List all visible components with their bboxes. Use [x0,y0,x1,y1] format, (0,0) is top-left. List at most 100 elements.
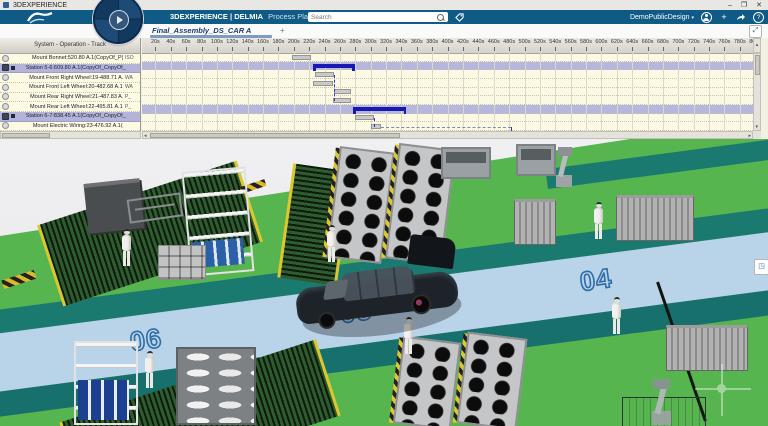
timeline-horizontal-scrollbar[interactable]: ◂ ▸ [142,131,753,139]
car-body-3d[interactable] [291,237,474,357]
3ds-logo[interactable] [26,11,54,24]
timeline-tick-mark [278,47,279,51]
dependency-link [381,127,511,128]
tab-final-assembly[interactable]: Final_Assembly_DS_CAR A [152,26,251,35]
expand-panel-icon[interactable]: ⤢ [749,25,762,38]
gantt-task-bar[interactable] [333,98,351,103]
search-icon[interactable] [437,14,444,21]
timeline-tick-mark [694,47,695,51]
play-icon [117,16,123,24]
grid-line [694,53,695,131]
close-button[interactable]: ✕ [756,1,762,10]
scroll-down-arrow[interactable]: ▾ [756,124,759,130]
compass-play-button[interactable] [109,10,129,30]
station-icon [2,64,9,71]
grid-line [202,53,203,131]
gantt-tree-row[interactable]: Mount Bonnet:520.80 A.1(CopyOf_P(ISO [0,54,140,64]
car-open-hood[interactable] [407,234,456,269]
box-stack[interactable] [158,245,206,280]
timeline-tick-mark [202,47,203,51]
minimize-button[interactable]: – [728,1,732,10]
maximize-button[interactable]: ❐ [741,1,747,10]
gantt-tree-pane: System - Operation - Track Mount Bonnet:… [0,38,141,131]
gantt-tree-row[interactable]: Station 6-7:838.45 A.1(CopyOf_CopyOf_ [0,112,140,122]
gantt-tree-rows: Mount Bonnet:520.80 A.1(CopyOf_P(ISOStat… [0,54,140,131]
gantt-task-bar[interactable] [292,55,310,60]
gantt-task-bar[interactable] [334,89,351,94]
grid-line [248,53,249,131]
grid-line [294,53,295,131]
grid-line [709,53,710,131]
gantt-timeline-rows[interactable] [142,53,753,131]
search-input[interactable] [308,13,437,22]
grid-line [571,53,572,131]
application-window: 3DEXPERIENCE – ❐ ✕ 3DEXPERIENCE | DELMIA… [0,0,768,426]
tag-icon[interactable] [455,13,464,22]
timeline-zoom-button[interactable]: ▴ [753,38,761,53]
gantt-panel: System - Operation - Track Mount Bonnet:… [0,38,768,140]
grid-line [217,53,218,131]
operation-icon [2,103,9,110]
bumper-rack[interactable] [176,347,256,425]
scrollbar-corner [753,131,761,139]
3d-viewport[interactable]: 06 05 04 [0,139,768,426]
gantt-tree-row[interactable]: Mount Front Right Wheel:19-488.71 A.WA [0,73,140,83]
share-icon[interactable] [736,12,746,22]
brand-title: 3DEXPERIENCE | DELMIA Process Planning [170,10,326,24]
timeline-tick-mark [632,47,633,51]
worker-mannequin[interactable] [143,351,156,388]
row-label: Station 6-7:838.45 A.1(CopyOf_CopyOf_ [26,114,126,120]
timeline-tick-mark [340,47,341,51]
timeline-vertical-scrollbar[interactable]: ▾ [753,53,761,131]
grid-line [724,53,725,131]
scroll-thumb[interactable] [2,133,50,138]
timeline-tick-mark [448,47,449,51]
gantt-tree-row[interactable]: Station 5-6:609.80 A.1(CopyOf_CopyOf_ [0,64,140,74]
tire-rack[interactable] [457,332,528,426]
tree-horizontal-scrollbar[interactable] [0,131,141,139]
workspace-dropdown[interactable]: DemoPublicDesign [630,14,694,21]
parts-container[interactable] [514,199,556,245]
grid-line [663,53,664,131]
viewport-side-button[interactable]: ◳ [754,259,768,275]
grid-line [478,53,479,131]
grid-line [740,53,741,131]
app-icon [3,2,9,8]
lift-assist-robot[interactable] [548,147,580,187]
gantt-summary-bar[interactable] [353,107,406,111]
new-tab-button[interactable]: + [280,26,285,35]
3d-manipulator-widget[interactable] [695,364,751,416]
kitting-rack[interactable] [74,341,138,425]
worker-mannequin[interactable] [592,202,605,239]
timeline-tick-mark [555,47,556,51]
timeline-tick-mark [525,47,526,51]
grid-line [417,53,418,131]
gantt-tree-row[interactable]: Mount Electric Wiring:23-476.92 A.1( [0,122,140,131]
worker-mannequin[interactable] [610,297,623,334]
timeline-tick-mark [171,47,172,51]
gantt-tree-row[interactable]: Mount Front Left Wheel:20-482.68 A.1WA [0,83,140,93]
gantt-task-bar[interactable] [313,81,333,86]
scroll-thumb[interactable] [150,133,400,138]
row-track-badge: ISO [123,55,140,61]
gantt-summary-bar[interactable] [313,64,355,68]
worker-mannequin[interactable] [120,229,133,266]
gantt-tree-row[interactable]: Mount Rear Right Wheel:21-487.83 A.P_ [0,93,140,103]
industrial-robot[interactable] [642,379,680,425]
gantt-tree-row[interactable]: Mount Rear Left Wheel:22-495.81 A.1P_ [0,102,140,112]
timeline-tick-mark [263,47,264,51]
timeline-tick-mark [401,47,402,51]
gantt-task-bar[interactable] [355,115,374,120]
parts-container[interactable] [616,195,694,241]
gray-bin[interactable] [441,147,491,179]
search-box[interactable] [308,12,448,22]
grid-line [540,53,541,131]
row-label: Mount Front Left Wheel:20-482.68 A.1 [29,85,123,91]
gantt-task-bar[interactable] [315,72,334,77]
help-icon[interactable]: ? [753,12,764,23]
scroll-thumb[interactable] [755,55,760,75]
brand-divider: | [230,12,232,21]
user-profile-icon[interactable] [701,12,712,23]
grid-line [494,53,495,131]
add-content-button[interactable]: + [719,12,729,22]
